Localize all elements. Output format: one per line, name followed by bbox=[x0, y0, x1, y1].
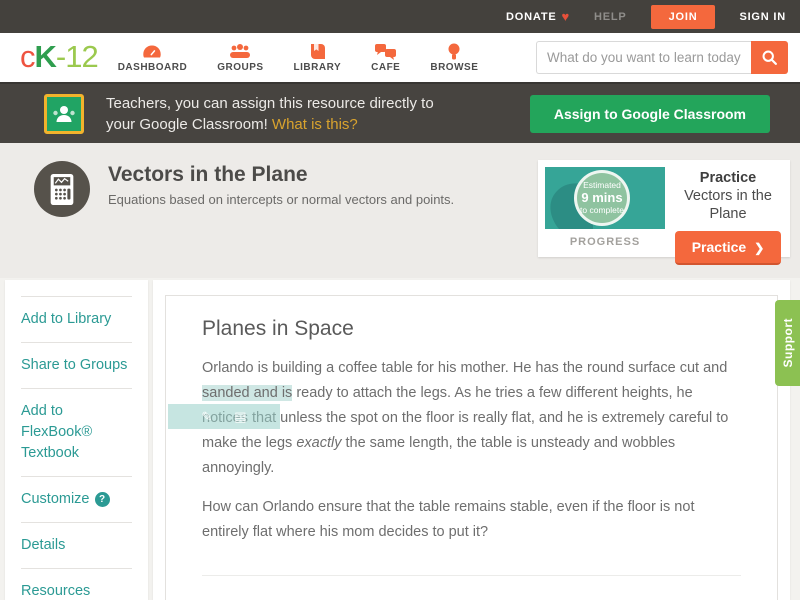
main-navbar: cK-12 DASHBOARD GROUPS LIBRARY CAFE BROW… bbox=[0, 33, 800, 82]
banner-message: Teachers, you can assign this resource d… bbox=[106, 93, 434, 135]
practice-button[interactable]: Practice ❯ bbox=[675, 231, 781, 265]
sidebar-item-add-to-library[interactable]: Add to Library bbox=[21, 296, 132, 342]
lesson-heading: Planes in Space bbox=[202, 317, 354, 340]
practice-title-rest: Vectors in the Plane bbox=[684, 188, 772, 222]
banner-line-2: your Google Classroom! bbox=[106, 115, 272, 133]
highlighter-icon[interactable]: ✎ bbox=[201, 404, 212, 429]
nav-label: DASHBOARD bbox=[117, 61, 188, 73]
search-input[interactable] bbox=[536, 41, 751, 74]
lightbulb-icon bbox=[448, 43, 460, 59]
paragraph-1: Orlando is building a coffee table for h… bbox=[168, 356, 741, 481]
nav-item-groups[interactable]: GROUPS bbox=[217, 43, 263, 73]
join-button[interactable]: JOIN bbox=[650, 4, 716, 29]
banner-line-1: Teachers, you can assign this resource d… bbox=[106, 94, 434, 112]
logo-suffix: -12 bbox=[55, 38, 99, 74]
nav-item-dashboard[interactable]: DASHBOARD bbox=[118, 43, 188, 73]
sidebar-item-resources[interactable]: Resources bbox=[21, 568, 132, 600]
support-label: Support bbox=[780, 318, 795, 368]
chevron-right-icon: ❯ bbox=[754, 241, 765, 255]
main-panel: Planes in Space Orlando is building a co… bbox=[153, 280, 790, 600]
nav-item-browse[interactable]: BROWSE bbox=[430, 43, 478, 73]
google-classroom-banner: Teachers, you can assign this resource d… bbox=[0, 82, 800, 143]
nav-item-cafe[interactable]: CAFE bbox=[371, 43, 400, 73]
search-icon bbox=[762, 50, 777, 65]
donate-link[interactable]: DONATE ♥ bbox=[506, 9, 570, 24]
nav-label: GROUPS bbox=[217, 61, 264, 73]
paragraph-2: How can Orlando ensure that the table re… bbox=[202, 499, 695, 540]
nav-items: DASHBOARD GROUPS LIBRARY CAFE BROWSE bbox=[118, 43, 479, 73]
customize-label: Customize bbox=[21, 491, 90, 507]
practice-title: Practice Vectors in the Plane bbox=[675, 169, 781, 223]
search-button[interactable] bbox=[751, 41, 788, 74]
nav-label: BROWSE bbox=[430, 61, 479, 73]
sidebar: Add to Library Share to Groups Add to Fl… bbox=[5, 280, 148, 600]
what-is-this-link[interactable]: What is this? bbox=[272, 116, 358, 133]
page-title: Vectors in the Plane bbox=[108, 163, 308, 186]
sidebar-item-customize[interactable]: Customize? bbox=[21, 476, 132, 522]
book-icon bbox=[311, 43, 326, 59]
support-tab[interactable]: Support bbox=[775, 300, 800, 386]
note-icon[interactable]: ▤ bbox=[234, 404, 246, 429]
practice-button-label: Practice bbox=[691, 239, 747, 255]
sidebar-item-add-to-flexbook[interactable]: Add to FlexBook® Textbook bbox=[21, 388, 132, 476]
lesson-card: Planes in Space Orlando is building a co… bbox=[165, 295, 778, 600]
chat-bubbles-icon bbox=[375, 43, 397, 60]
content-area: Add to Library Share to Groups Add to Fl… bbox=[0, 278, 800, 600]
sidebar-item-details[interactable]: Details bbox=[21, 522, 132, 568]
donate-label: DONATE bbox=[506, 10, 557, 23]
section-divider bbox=[202, 575, 741, 576]
logo-c: c bbox=[20, 38, 35, 74]
progress-image[interactable]: Estimated 9 mins to complete bbox=[545, 167, 665, 229]
highlighted-text[interactable]: sanded and is ✎ ▤ bbox=[168, 385, 293, 429]
p1-italic: exactly bbox=[296, 435, 342, 451]
practice-card: Estimated 9 mins to complete PROGRESS Pr… bbox=[538, 160, 790, 265]
utility-bar: DONATE ♥ HELP JOIN SIGN IN bbox=[0, 0, 800, 33]
estimated-minutes: 9 mins bbox=[581, 190, 623, 205]
ck12-logo[interactable]: cK-12 bbox=[20, 38, 99, 75]
page-subtitle: Equations based on intercepts or normal … bbox=[108, 192, 455, 207]
estimated-suffix: to complete bbox=[580, 205, 624, 215]
search-bar bbox=[536, 41, 788, 74]
sign-in-link[interactable]: SIGN IN bbox=[739, 11, 786, 23]
progress-label: PROGRESS bbox=[569, 236, 641, 248]
estimated-time-badge: Estimated 9 mins to complete bbox=[574, 170, 630, 226]
nav-item-library[interactable]: LIBRARY bbox=[294, 43, 342, 73]
highlight-words: sanded and is bbox=[202, 385, 293, 401]
gauge-icon bbox=[143, 45, 162, 57]
question-icon[interactable]: ? bbox=[94, 492, 110, 507]
help-link[interactable]: HELP bbox=[594, 11, 627, 23]
p1-text: Orlando is building a coffee table for h… bbox=[202, 360, 728, 376]
google-classroom-icon bbox=[44, 93, 84, 134]
heart-icon: ♥ bbox=[561, 9, 571, 24]
sidebar-item-share-to-groups[interactable]: Share to Groups bbox=[21, 342, 132, 388]
concept-header: Vectors in the Plane Equations based on … bbox=[0, 143, 800, 278]
people-icon bbox=[230, 43, 251, 58]
calculator-icon bbox=[34, 161, 90, 217]
nav-label: CAFE bbox=[371, 61, 401, 73]
selection-toolbar[interactable]: ✎ ▤ bbox=[168, 404, 280, 429]
assign-to-classroom-button[interactable]: Assign to Google Classroom bbox=[529, 94, 770, 133]
practice-title-bold: Practice bbox=[699, 170, 757, 186]
nav-label: LIBRARY bbox=[293, 61, 342, 73]
logo-k: K bbox=[34, 38, 57, 74]
